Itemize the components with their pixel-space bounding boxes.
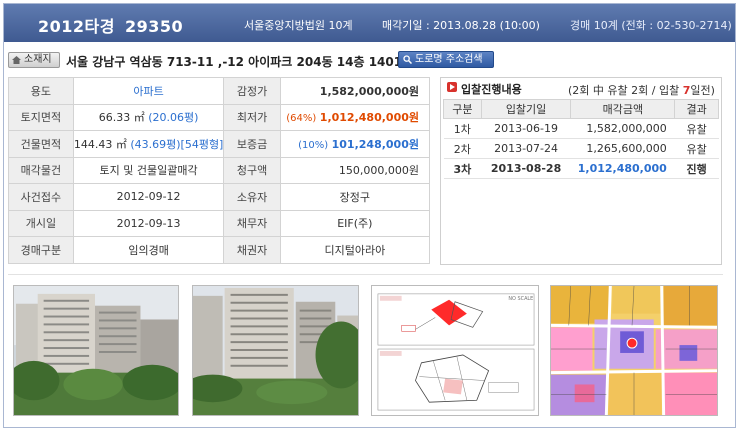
house-icon (12, 56, 21, 64)
bid-result: 진행 (674, 158, 719, 179)
table-row: 건물면적 144.43 ㎡ (43.69평)[54평형] 보증금 (10%) 1… (8, 130, 431, 158)
case-year: 2012타경 (38, 17, 115, 36)
col-bid-date: 입찰기일 (480, 99, 572, 119)
road-address-search-button[interactable]: 도로명 주소검색 (398, 51, 494, 68)
col-sale-amount: 매각금액 (570, 99, 676, 119)
claim-amount-value: 150,000,000원 (279, 156, 431, 184)
road-address-search-label: 도로명 주소검색 (415, 54, 483, 65)
claim-amount-label: 청구액 (223, 156, 281, 184)
sale-item-value: 토지 및 건물일괄매각 (72, 156, 225, 184)
debtor-value: EIF(주) (279, 209, 431, 237)
bidding-title: 입찰진행내용 (447, 81, 522, 97)
apartment-photo-image (14, 286, 178, 415)
auction-type-label: 경매구분 (8, 236, 74, 264)
building-area-pyeong: (43.69평) (130, 137, 181, 151)
table-row: 토지면적 66.33 ㎡ (20.06평) 최저가 (64%) 1,012,48… (8, 103, 431, 131)
table-row: 용도 아파트 감정가 1,582,000,000원 (8, 77, 431, 105)
bid-date: 2013-08-28 (481, 158, 571, 179)
court-dept-phone: 경매 10계 (전화 : 02-530-2714) (570, 19, 732, 32)
table-row: 매각물건 토지 및 건물일괄매각 청구액 150,000,000원 (8, 156, 431, 184)
court-name: 서울중앙지방법원 10계 (244, 19, 353, 32)
creditor-label: 채권자 (223, 236, 281, 264)
bidding-summary: (2회 中 유찰 2회 / 입찰 7일전) (568, 82, 715, 98)
land-area-pyeong: (20.06평) (148, 111, 199, 125)
appraisal-label: 감정가 (223, 77, 281, 105)
col-round: 구분 (443, 99, 482, 119)
usage-label: 용도 (8, 77, 74, 105)
usage-value[interactable]: 아파트 (72, 77, 225, 105)
search-icon (403, 55, 412, 64)
deposit-amount: 101,248,000원 (331, 137, 419, 151)
case-header: 2012타경 29350 서울중앙지방법원 10계 매각기일 : 2013.08.… (4, 4, 735, 42)
building-area-label: 건물면적 (8, 130, 74, 158)
owner-value: 장정구 (279, 183, 431, 211)
land-area-sqm: 66.33 ㎡ (98, 111, 145, 125)
sale-item-label: 매각물건 (8, 156, 74, 184)
bidding-header-row: 구분 입찰기일 매각금액 결과 (443, 99, 719, 119)
bid-amount: 1,265,600,000 (570, 138, 675, 159)
floor-plan-thumbnail[interactable]: NO SCALE (371, 285, 539, 416)
table-row: 2차 2013-07-24 1,265,600,000 유찰 (443, 138, 719, 159)
case-serial: 29350 (124, 17, 184, 36)
no-scale-label: NO SCALE (508, 296, 533, 302)
floor-plan-image: NO SCALE (372, 286, 538, 415)
property-info-table: 용도 아파트 감정가 1,582,000,000원 토지면적 66.33 ㎡ (… (8, 77, 431, 264)
deposit-label: 보증금 (223, 130, 281, 158)
building-area-type: [54평형] (180, 137, 224, 151)
minimum-price-percent: (64%) (286, 113, 317, 125)
bid-amount: 1,582,000,000 (570, 118, 675, 139)
address-badge: 소재지 (8, 52, 60, 68)
minimum-price-amount: 1,012,480,000원 (319, 111, 419, 125)
bid-date: 2013-07-24 (481, 138, 571, 159)
table-row: 경매구분 임의경매 채권자 디지털아라아 (8, 236, 431, 264)
building-area-value: 144.43 ㎡ (43.69평)[54평형] (72, 130, 225, 158)
land-area-value: 66.33 ㎡ (20.06평) (72, 103, 225, 131)
deposit-value: (10%) 101,248,000원 (279, 130, 431, 158)
minimum-price-label: 최저가 (223, 103, 281, 131)
property-address: 서울 강남구 역삼동 713-11 ,-12 아이파크 204동 14층 140… (66, 55, 414, 69)
location-map-thumbnail[interactable] (550, 285, 718, 416)
bid-date: 2013-06-19 (481, 118, 571, 139)
case-received-label: 사건접수 (8, 183, 74, 211)
bidding-history-table: 구분 입찰기일 매각금액 결과 1차 2013-06-19 1,582,000,… (443, 99, 719, 179)
col-result: 결과 (674, 99, 719, 119)
creditor-value: 디지털아라아 (279, 236, 431, 264)
bidding-title-text: 입찰진행내용 (461, 83, 522, 96)
address-badge-label: 소재지 (24, 54, 52, 65)
address-row: 소재지 서울 강남구 역삼동 713-11 ,-12 아이파크 204동 14층… (8, 50, 723, 70)
bid-round: 3차 (443, 158, 482, 179)
play-icon (447, 82, 457, 92)
building-photo-1[interactable] (13, 285, 179, 416)
appraisal-value: 1,582,000,000원 (279, 77, 431, 105)
apartment-photo-image (193, 286, 358, 415)
start-date-label: 개시일 (8, 209, 74, 237)
building-area-sqm: 144.43 ㎡ (73, 137, 127, 151)
land-area-label: 토지면적 (8, 103, 74, 131)
deposit-percent: (10%) (298, 139, 329, 151)
table-row: 1차 2013-06-19 1,582,000,000 유찰 (443, 118, 719, 139)
debtor-label: 채무자 (223, 209, 281, 237)
table-row: 3차 2013-08-28 1,012,480,000 진행 (443, 158, 719, 179)
bid-result: 유찰 (674, 138, 719, 159)
cadastral-map-image (551, 286, 717, 415)
bid-amount: 1,012,480,000 (570, 158, 675, 179)
table-row: 사건접수 2012-09-12 소유자 장정구 (8, 183, 431, 211)
bid-result: 유찰 (674, 118, 719, 139)
bid-round: 2차 (443, 138, 482, 159)
building-photo-2[interactable] (192, 285, 359, 416)
bidding-summary-tail: 일전) (690, 84, 715, 97)
start-date-value: 2012-09-13 (72, 209, 225, 237)
auction-type-value: 임의경매 (72, 236, 225, 264)
owner-label: 소유자 (223, 183, 281, 211)
case-received-value: 2012-09-12 (72, 183, 225, 211)
table-row: 개시일 2012-09-13 채무자 EIF(주) (8, 209, 431, 237)
case-number: 2012타경 29350 (38, 13, 183, 37)
minimum-price-value: (64%) 1,012,480,000원 (279, 103, 431, 131)
bid-round: 1차 (443, 118, 482, 139)
bidding-summary-text: (2회 中 유찰 2회 / 입찰 (568, 84, 683, 97)
sale-date: 매각기일 : 2013.08.28 (10:00) (382, 19, 540, 32)
